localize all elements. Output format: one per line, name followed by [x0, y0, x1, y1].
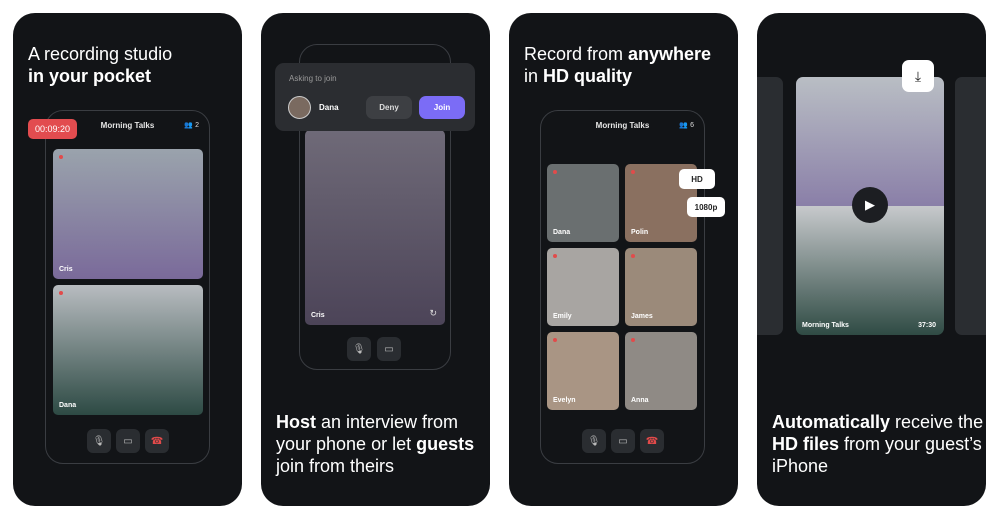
- video-tile[interactable]: Cris: [53, 149, 203, 279]
- participants-count: 👥 6: [679, 122, 694, 129]
- end-call-button[interactable]: ☎: [145, 429, 169, 453]
- video-tile[interactable]: Evelyn: [547, 332, 619, 410]
- play-button[interactable]: ▶: [852, 187, 888, 223]
- card4-caption: Automatically receive the HD files from …: [772, 412, 984, 476]
- promo-card-3: Record from anywhere in HD quality Mornin…: [509, 13, 738, 506]
- next-video-thumb[interactable]: [955, 77, 986, 335]
- resolution-badge: 1080p: [687, 197, 725, 217]
- video-duration: 37:30: [918, 322, 936, 329]
- download-icon: ⤓: [914, 67, 922, 84]
- camera-button[interactable]: ▭: [116, 429, 140, 453]
- join-button[interactable]: Join: [419, 96, 465, 119]
- phone-frame: Morning Talks 👥 2 Cris Dana 🎙 ▭ ☎: [45, 110, 210, 464]
- popup-label: Asking to join: [289, 74, 337, 83]
- hd-badge: HD: [679, 169, 715, 189]
- mic-button[interactable]: 🎙: [347, 337, 371, 361]
- download-button[interactable]: ⤓: [902, 60, 934, 92]
- video-tile[interactable]: Cris ↻: [305, 130, 445, 325]
- video-tile[interactable]: Dana: [547, 164, 619, 242]
- card3-headline: Record from anywhere in HD quality: [524, 44, 712, 86]
- card2-caption: Host an interview from your phone or let…: [276, 412, 475, 476]
- card1-headline: A recording studio in your pocket: [28, 44, 173, 86]
- video-thumbnail[interactable]: ▶ Morning Talks 37:30: [796, 77, 944, 335]
- camera-button[interactable]: ▭: [377, 337, 401, 361]
- video-tile[interactable]: Emily: [547, 248, 619, 326]
- video-tile[interactable]: Dana: [53, 285, 203, 415]
- avatar: [288, 96, 311, 119]
- mic-button[interactable]: 🎙: [582, 429, 606, 453]
- join-request-popup: Asking to join Dana Deny Join: [275, 63, 475, 131]
- switch-camera-icon[interactable]: ↻: [429, 308, 437, 319]
- requester-name: Dana: [319, 103, 339, 112]
- mic-button[interactable]: 🎙: [87, 429, 111, 453]
- promo-card-4: ▶ Morning Talks 37:30 ⤓ Automatically re…: [757, 13, 986, 506]
- video-tile[interactable]: Anna: [625, 332, 697, 410]
- recording-timer: 00:09:20: [28, 119, 78, 139]
- phone-frame: Morning Talks 👥 6 Dana Polin Emily James…: [540, 110, 705, 464]
- video-tile[interactable]: James: [625, 248, 697, 326]
- promo-card-1: A recording studio in your pocket Morning…: [13, 13, 242, 506]
- prev-video-thumb[interactable]: [757, 77, 783, 335]
- participants-count: 👥 2: [184, 122, 199, 129]
- deny-button[interactable]: Deny: [366, 96, 412, 119]
- camera-button[interactable]: ▭: [611, 429, 635, 453]
- promo-card-2: Cris ↻ 🎙 ▭ Asking to join Dana Deny Join …: [261, 13, 490, 506]
- end-call-button[interactable]: ☎: [640, 429, 664, 453]
- video-title: Morning Talks: [802, 322, 849, 329]
